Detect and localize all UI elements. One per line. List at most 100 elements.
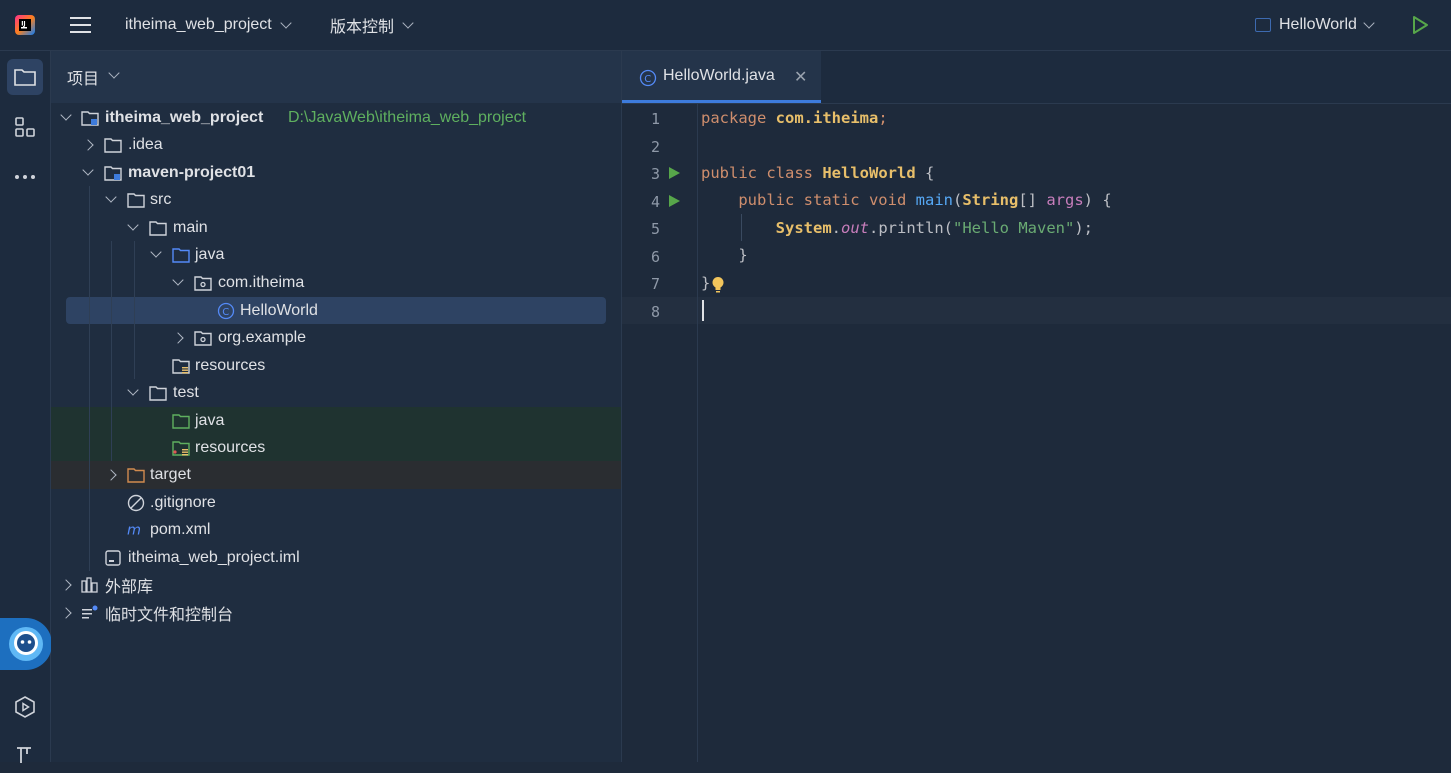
line-number: 7 xyxy=(650,275,660,293)
code-token: [] xyxy=(1018,191,1047,209)
folder-icon xyxy=(14,69,36,86)
project-selector[interactable]: itheima_web_project xyxy=(125,0,292,50)
tree-item-label: 外部库 xyxy=(105,578,154,596)
title-bar: IJ itheima_web_project 版本控制 HelloWorld xyxy=(0,0,1451,51)
project-panel-title[interactable]: 项目 xyxy=(67,65,99,89)
code-token: public class xyxy=(701,164,813,182)
tree-item-idea[interactable]: .idea xyxy=(51,131,621,159)
tree-item-label: java xyxy=(195,245,225,263)
chevron-right-icon[interactable] xyxy=(105,469,117,481)
code-token: } xyxy=(738,246,748,264)
tab-label: HelloWorld.java xyxy=(663,66,775,84)
chevron-down-icon[interactable] xyxy=(82,164,94,176)
tree-item-label: maven-project01 xyxy=(128,163,256,181)
tree-item-pom-xml[interactable]: m pom.xml xyxy=(51,516,621,544)
tree-item-gitignore[interactable]: .gitignore xyxy=(51,489,621,517)
code-token: System xyxy=(775,219,832,237)
module-folder-icon xyxy=(104,164,122,182)
chevron-down-icon[interactable] xyxy=(60,109,72,121)
project-panel: 项目 itheima_web_project D:\JavaWeb\itheim… xyxy=(51,51,622,762)
tree-item-test[interactable]: test xyxy=(51,379,621,407)
tree-item-main[interactable]: main xyxy=(51,214,621,242)
close-icon[interactable]: ✕ xyxy=(794,67,807,87)
indent-guide xyxy=(134,241,135,379)
maven-icon: m xyxy=(127,521,145,539)
lightbulb-icon[interactable] xyxy=(711,276,725,299)
code-token: com.itheima xyxy=(775,109,879,127)
chevron-down-icon[interactable] xyxy=(108,67,120,79)
chevron-down-icon[interactable] xyxy=(127,384,139,396)
tree-item-package-org-example[interactable]: org.example xyxy=(51,324,621,352)
assistant-button[interactable] xyxy=(0,618,52,670)
code-token: HelloWorld xyxy=(822,164,916,182)
services-tool-button[interactable] xyxy=(7,689,43,725)
project-tool-button[interactable] xyxy=(7,59,43,95)
tree-item-label: test xyxy=(173,383,199,401)
line-number: 2 xyxy=(650,138,660,156)
class-icon: C xyxy=(217,302,235,320)
tree-item-package-com-itheima[interactable]: com.itheima xyxy=(51,269,621,297)
tree-item-src[interactable]: src xyxy=(51,186,621,214)
chevron-down-icon[interactable] xyxy=(150,246,162,258)
tree-item-test-resources[interactable]: resources xyxy=(51,434,621,462)
chevron-right-icon[interactable] xyxy=(82,139,94,151)
chevron-down-icon xyxy=(402,17,414,29)
code-token: ) { xyxy=(1083,191,1112,209)
chevron-right-icon[interactable] xyxy=(60,579,72,591)
structure-tool-button[interactable] xyxy=(7,109,43,145)
code-token: public static void xyxy=(738,191,907,209)
module-file-icon xyxy=(104,549,122,567)
tab-helloworld-java[interactable]: C HelloWorld.java ✕ xyxy=(622,51,821,103)
folder-icon xyxy=(127,191,145,209)
folder-icon xyxy=(149,384,167,402)
tree-item-test-java[interactable]: java xyxy=(51,407,621,435)
tree-item-external-libraries[interactable]: 外部库 xyxy=(51,571,621,599)
tree-item-label: resources xyxy=(195,356,266,374)
main-menu-button[interactable] xyxy=(70,0,92,50)
line-number: 1 xyxy=(650,110,660,128)
svg-text:C: C xyxy=(644,74,651,85)
vcs-menu[interactable]: 版本控制 xyxy=(330,0,414,50)
tree-item-scratches[interactable]: 临时文件和控制台 xyxy=(51,599,621,627)
code-line-3[interactable]: public class HelloWorld { xyxy=(701,164,934,182)
code-line-7[interactable]: } xyxy=(701,274,710,292)
source-folder-icon xyxy=(172,246,190,264)
tree-item-maven-project[interactable]: maven-project01 xyxy=(51,159,621,187)
chevron-right-icon[interactable] xyxy=(172,332,184,344)
folder-icon xyxy=(149,219,167,237)
chevron-down-icon[interactable] xyxy=(127,219,139,231)
tree-item-java-sources[interactable]: java xyxy=(51,241,621,269)
code-token: package xyxy=(701,109,767,127)
code-line-5[interactable]: System.out.println("Hello Maven"); xyxy=(701,219,1093,237)
tree-item-target[interactable]: target xyxy=(51,461,621,489)
tree-item-main-resources[interactable]: resources xyxy=(51,352,621,380)
code-line-4[interactable]: public static void main(String[] args) { xyxy=(701,191,1112,209)
run-button[interactable] xyxy=(1410,0,1430,50)
test-resources-folder-icon xyxy=(172,439,190,457)
tree-item-helloworld-class[interactable]: C HelloWorld xyxy=(51,297,621,325)
code-line-6[interactable]: } xyxy=(701,246,748,264)
build-tool-button[interactable] xyxy=(7,737,43,773)
code-token: "Hello Maven" xyxy=(953,219,1075,237)
run-config-label: HelloWorld xyxy=(1279,16,1357,33)
run-gutter-icon[interactable] xyxy=(669,167,680,179)
tree-item-label: itheima_web_project.iml xyxy=(128,548,300,566)
code-token: main xyxy=(915,191,953,209)
chevron-right-icon[interactable] xyxy=(60,607,72,619)
line-number: 4 xyxy=(650,193,660,211)
code-line-1[interactable]: package com.itheima; xyxy=(701,109,888,127)
tree-item-label: pom.xml xyxy=(150,520,211,538)
tree-item-label: java xyxy=(195,411,225,429)
code-token: args xyxy=(1046,191,1084,209)
run-config-selector[interactable]: HelloWorld xyxy=(1255,0,1375,50)
tree-item-root[interactable]: itheima_web_project D:\JavaWeb\itheima_w… xyxy=(51,104,621,132)
tree-item-label: 临时文件和控制台 xyxy=(105,606,234,624)
chevron-down-icon[interactable] xyxy=(172,274,184,286)
tree-item-iml[interactable]: itheima_web_project.iml xyxy=(51,544,621,572)
tree-item-label: itheima_web_project xyxy=(105,108,264,126)
run-config-icon xyxy=(1255,18,1271,32)
more-tools-button[interactable] xyxy=(7,159,43,195)
run-gutter-icon[interactable] xyxy=(669,195,680,207)
app-logo-icon[interactable]: IJ xyxy=(14,0,36,50)
chevron-down-icon[interactable] xyxy=(105,191,117,203)
